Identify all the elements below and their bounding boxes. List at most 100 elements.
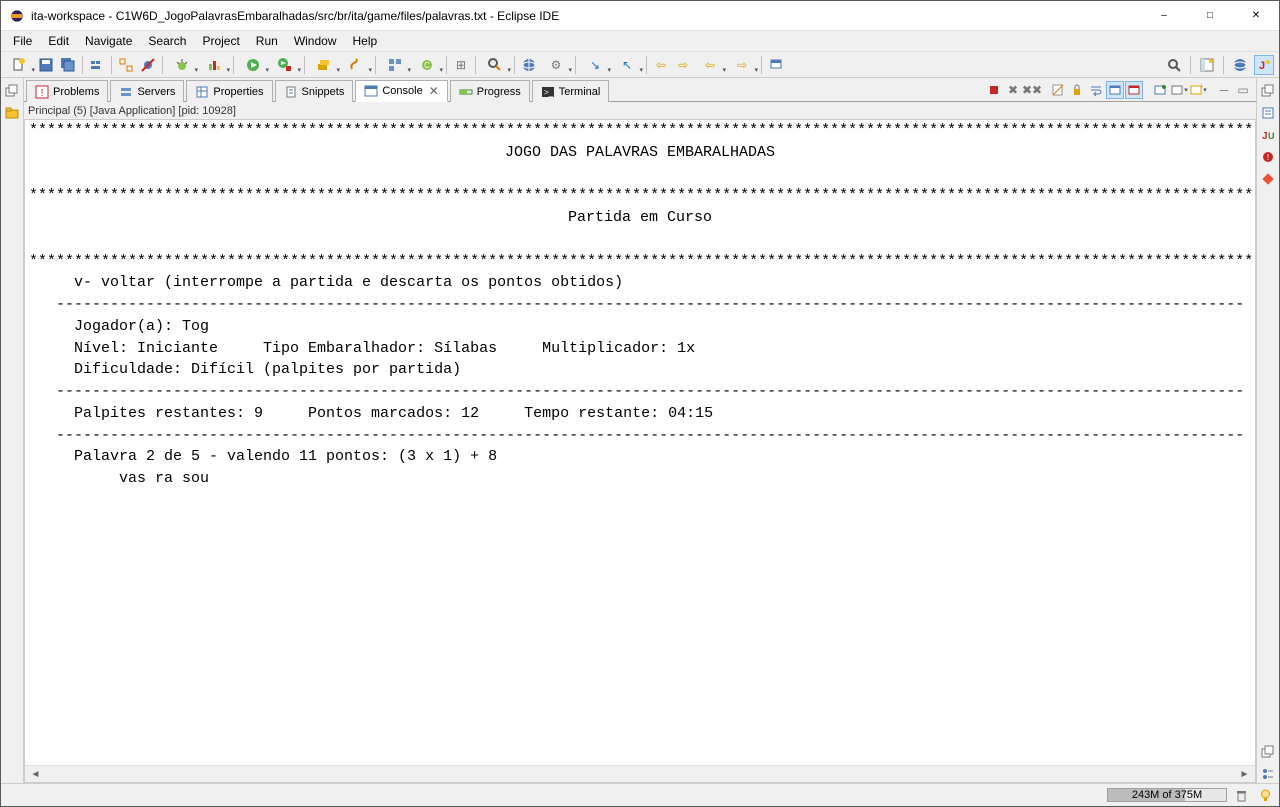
show-on-stdout-button[interactable] — [1106, 81, 1124, 99]
error-log-icon[interactable]: ! — [1259, 148, 1277, 166]
svg-text:C: C — [424, 61, 430, 70]
view-tab-bar: ! Problems Servers Properties Snippets — [24, 78, 1256, 102]
menu-navigate[interactable]: Navigate — [77, 32, 140, 50]
gc-button[interactable] — [1233, 787, 1249, 803]
menu-search[interactable]: Search — [140, 32, 194, 50]
show-on-stderr-button[interactable] — [1125, 81, 1143, 99]
prev-annotation-button[interactable]: ↖▾ — [612, 55, 642, 75]
terminate-button[interactable] — [985, 81, 1003, 99]
tip-icon[interactable] — [1257, 787, 1273, 803]
skip-breakpoints-button[interactable] — [138, 55, 158, 75]
launch-info-text: Principal (5) [Java Application] [pid: 1… — [28, 105, 236, 117]
svg-text:!: ! — [1267, 153, 1269, 162]
console-title: JOGO DAS PALAVRAS EMBARALHADAS — [29, 142, 1251, 164]
display-selected-console-button[interactable]: ▾ — [1170, 81, 1188, 99]
open-type-button[interactable]: ⊞ — [451, 55, 471, 75]
console-line: Dificuldade: Difícil (palpites por parti… — [29, 361, 461, 378]
maximize-view-button[interactable]: ▭ — [1234, 81, 1252, 99]
forward-dd-button[interactable]: ⇨▾ — [727, 55, 757, 75]
open-console-button[interactable]: +▾ — [1189, 81, 1207, 99]
tab-terminal[interactable]: >_ Terminal — [532, 80, 610, 102]
new-button[interactable]: ▾ — [4, 55, 34, 75]
menu-help[interactable]: Help — [345, 32, 386, 50]
coverage-button[interactable]: ▾ — [199, 55, 229, 75]
heap-bar: 243M of 375M — [1107, 788, 1227, 802]
close-button[interactable]: ✕ — [1233, 1, 1279, 31]
menu-edit[interactable]: Edit — [40, 32, 77, 50]
tab-servers[interactable]: Servers — [110, 80, 184, 102]
pin-console-button[interactable] — [1151, 81, 1169, 99]
console-icon — [364, 84, 378, 98]
minimize-button[interactable]: – — [1141, 1, 1187, 31]
word-wrap-button[interactable] — [1087, 81, 1105, 99]
restore-right-button[interactable] — [1259, 82, 1277, 100]
tab-problems[interactable]: ! Problems — [26, 80, 108, 102]
task-list-icon[interactable] — [1259, 104, 1277, 122]
heap-status: 243M of 375M — [1107, 787, 1249, 803]
restore-view-button[interactable] — [3, 82, 21, 100]
svg-text:J: J — [1262, 131, 1268, 142]
horizontal-scrollbar[interactable]: ◄ ► — [25, 765, 1255, 782]
console-output[interactable]: ****************************************… — [25, 120, 1255, 765]
link-editor-button[interactable] — [116, 55, 136, 75]
save-all-button[interactable] — [58, 55, 78, 75]
scroll-left-icon[interactable]: ◄ — [27, 767, 44, 782]
java-perspective-button[interactable]: J — [1254, 55, 1274, 75]
toggle-breadcrumb-button[interactable] — [87, 55, 107, 75]
console-line: ----------------------------------------… — [29, 427, 1244, 444]
package-explorer-icon[interactable] — [3, 104, 21, 122]
menu-window[interactable]: Window — [286, 32, 345, 50]
back-history-button[interactable]: ⇦ — [651, 55, 671, 75]
tab-label: Properties — [213, 86, 263, 98]
menu-run[interactable]: Run — [248, 32, 286, 50]
outline-icon[interactable] — [1259, 765, 1277, 783]
svg-text:J: J — [1259, 60, 1265, 72]
new-server-button[interactable]: ▾ — [309, 55, 339, 75]
save-button[interactable] — [36, 55, 56, 75]
svg-text:U: U — [1268, 131, 1275, 141]
close-tab-icon[interactable]: ✕ — [429, 84, 439, 98]
remove-all-launches-button[interactable]: ✖✖ — [1023, 81, 1041, 99]
search-button[interactable]: ▾ — [480, 55, 510, 75]
git-icon[interactable] — [1259, 170, 1277, 188]
pin-editor-button[interactable] — [766, 55, 786, 75]
forward-history-button[interactable]: ⇨ — [673, 55, 693, 75]
tab-label: Console — [382, 85, 422, 97]
console-line: ----------------------------------------… — [29, 383, 1244, 400]
browser-button[interactable] — [519, 55, 539, 75]
tab-properties[interactable]: Properties — [186, 80, 272, 102]
new-package-button[interactable]: ▾ — [380, 55, 410, 75]
snippets-icon — [284, 85, 298, 99]
scroll-lock-button[interactable] — [1068, 81, 1086, 99]
open-perspective-button[interactable] — [1197, 55, 1217, 75]
new-class-button[interactable]: C▾ — [412, 55, 442, 75]
back-dd-button[interactable]: ⇦▾ — [695, 55, 725, 75]
svg-text:!: ! — [41, 88, 44, 99]
remove-launch-button[interactable]: ✖ — [1004, 81, 1022, 99]
run-last-button[interactable]: ▾ — [270, 55, 300, 75]
maximize-button[interactable]: □ — [1187, 1, 1233, 31]
terminal-icon: >_ — [541, 85, 555, 99]
menu-file[interactable]: File — [5, 32, 40, 50]
menu-project[interactable]: Project — [194, 32, 247, 50]
tab-snippets[interactable]: Snippets — [275, 80, 354, 102]
debug-button[interactable]: ▾ — [167, 55, 197, 75]
heap-label: 243M of 375M — [1108, 789, 1226, 801]
run-button[interactable]: ▾ — [238, 55, 268, 75]
quick-access-button[interactable] — [1164, 55, 1184, 75]
tab-label: Snippets — [302, 86, 345, 98]
scroll-right-icon[interactable]: ► — [1236, 767, 1253, 782]
toggle-ant-button[interactable]: ⚙▾ — [541, 55, 571, 75]
clear-console-button[interactable] — [1049, 81, 1067, 99]
minimize-view-button[interactable]: ─ — [1215, 81, 1233, 99]
java-ee-perspective-button[interactable] — [1230, 55, 1250, 75]
restore-bottom-button[interactable] — [1259, 743, 1277, 761]
tab-progress[interactable]: Progress — [450, 80, 530, 102]
console-line: Palavra 2 de 5 - valendo 11 pontos: (3 x… — [29, 448, 497, 465]
tab-console[interactable]: Console ✕ — [355, 80, 447, 102]
new-java-button[interactable]: ▾ — [341, 55, 371, 75]
next-annotation-button[interactable]: ↘▾ — [580, 55, 610, 75]
junit-icon[interactable]: JU — [1259, 126, 1277, 144]
status-bar: 243M of 375M — [1, 783, 1279, 806]
tab-label: Servers — [137, 86, 175, 98]
